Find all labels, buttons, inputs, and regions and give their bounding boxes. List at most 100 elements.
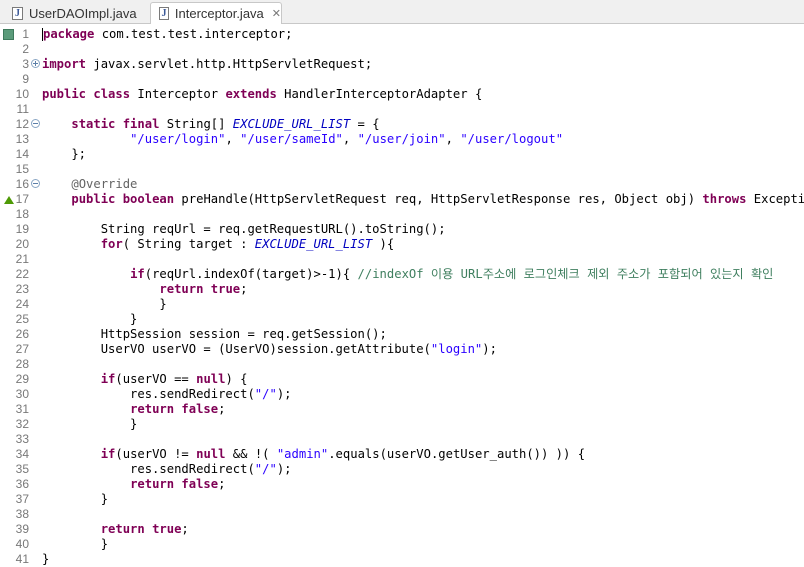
line-number: 30 xyxy=(15,387,29,401)
code-text[interactable]: "/user/login", "/user/sameId", "/user/jo… xyxy=(42,132,563,147)
code-text[interactable]: return false; xyxy=(42,402,225,417)
code-line[interactable]: 33 xyxy=(0,432,804,447)
code-text[interactable]: } xyxy=(42,312,137,327)
code-line[interactable]: 20 for( String target : EXCLUDE_URL_LIST… xyxy=(0,237,804,252)
code-line[interactable]: 17 public boolean preHandle(HttpServletR… xyxy=(0,192,804,207)
code-text[interactable]: if(userVO == null) { xyxy=(42,372,248,387)
line-number: 25 xyxy=(15,312,29,326)
line-number: 22 xyxy=(15,267,29,281)
code-text[interactable]: } xyxy=(42,492,108,507)
line-number: 27 xyxy=(15,342,29,356)
expand-fold-icon[interactable] xyxy=(31,59,40,68)
code-line[interactable]: 11 xyxy=(0,102,804,117)
code-line[interactable]: 13 "/user/login", "/user/sameId", "/user… xyxy=(0,132,804,147)
line-number: 12 xyxy=(15,117,29,131)
java-file-icon: J xyxy=(12,6,23,20)
code-line[interactable]: 24 } xyxy=(0,297,804,312)
code-line[interactable]: 25 } xyxy=(0,312,804,327)
line-number: 26 xyxy=(15,327,29,341)
code-line[interactable]: 39 return true; xyxy=(0,522,804,537)
code-text[interactable]: if(userVO != null && !( "admin".equals(u… xyxy=(42,447,585,462)
tab-interceptor[interactable]: J Interceptor.java ✕ xyxy=(150,2,282,24)
code-line[interactable]: 19 String reqUrl = req.getRequestURL().t… xyxy=(0,222,804,237)
code-line[interactable]: 26 HttpSession session = req.getSession(… xyxy=(0,327,804,342)
line-number: 37 xyxy=(15,492,29,506)
line-number: 40 xyxy=(15,537,29,551)
tab-label: UserDAOImpl.java xyxy=(29,5,137,21)
code-line[interactable]: 28 xyxy=(0,357,804,372)
code-line[interactable]: 18 xyxy=(0,207,804,222)
code-line[interactable]: 15 xyxy=(0,162,804,177)
code-line[interactable]: 35 res.sendRedirect("/"); xyxy=(0,462,804,477)
line-number: 35 xyxy=(15,462,29,476)
code-line[interactable]: 30 res.sendRedirect("/"); xyxy=(0,387,804,402)
code-text[interactable]: res.sendRedirect("/"); xyxy=(42,462,291,477)
code-line[interactable]: 32 } xyxy=(0,417,804,432)
code-text[interactable]: }; xyxy=(42,147,86,162)
code-line[interactable]: 36 return false; xyxy=(0,477,804,492)
code-text[interactable]: if(reqUrl.indexOf(target)>-1){ //indexOf… xyxy=(42,267,773,282)
code-text[interactable]: return false; xyxy=(42,477,225,492)
code-line[interactable]: 14 }; xyxy=(0,147,804,162)
line-number: 38 xyxy=(15,507,29,521)
code-line[interactable]: 40 } xyxy=(0,537,804,552)
line-number: 33 xyxy=(15,432,29,446)
close-icon[interactable]: ✕ xyxy=(272,7,281,20)
code-line[interactable]: 23 return true; xyxy=(0,282,804,297)
code-text[interactable]: @Override xyxy=(42,177,137,192)
line-number: 23 xyxy=(15,282,29,296)
code-text[interactable]: } xyxy=(42,537,108,552)
collapse-fold-icon[interactable] xyxy=(31,119,40,128)
code-text[interactable]: } xyxy=(42,552,49,567)
code-line[interactable]: 37 } xyxy=(0,492,804,507)
line-number: 24 xyxy=(15,297,29,311)
code-line[interactable]: 34 if(userVO != null && !( "admin".equal… xyxy=(0,447,804,462)
code-line[interactable]: 3 import javax.servlet.http.HttpServletRe… xyxy=(0,57,804,72)
line-number: 13 xyxy=(15,132,29,146)
override-marker-icon[interactable] xyxy=(4,196,14,204)
code-text[interactable]: HttpSession session = req.getSession(); xyxy=(42,327,387,342)
code-text[interactable]: String reqUrl = req.getRequestURL().toSt… xyxy=(42,222,446,237)
code-line[interactable]: 22 if(reqUrl.indexOf(target)>-1){ //inde… xyxy=(0,267,804,282)
code-line[interactable]: 2 xyxy=(0,42,804,57)
bookmark-marker-icon[interactable] xyxy=(3,29,14,40)
code-editor[interactable]: 1 package com.test.test.interceptor; 2 3 imp… xyxy=(0,25,804,566)
line-number: 34 xyxy=(15,447,29,461)
line-number: 16 xyxy=(15,177,29,191)
code-line[interactable]: 21 xyxy=(0,252,804,267)
code-line[interactable]: 29 if(userVO == null) { xyxy=(0,372,804,387)
tab-userdaoimpl[interactable]: J UserDAOImpl.java xyxy=(4,2,148,24)
line-number: 10 xyxy=(15,87,29,101)
code-text[interactable]: static final String[] EXCLUDE_URL_LIST =… xyxy=(42,117,379,132)
line-number: 41 xyxy=(15,552,29,566)
code-text[interactable]: package com.test.test.interceptor; xyxy=(42,27,293,42)
code-text[interactable]: for( String target : EXCLUDE_URL_LIST ){ xyxy=(42,237,395,252)
code-line[interactable]: 9 xyxy=(0,72,804,87)
code-text[interactable]: UserVO userVO = (UserVO)session.getAttri… xyxy=(42,342,497,357)
code-text[interactable]: res.sendRedirect("/"); xyxy=(42,387,291,402)
code-line[interactable]: 41} xyxy=(0,552,804,567)
collapse-fold-icon[interactable] xyxy=(31,179,40,188)
code-text[interactable]: import javax.servlet.http.HttpServletReq… xyxy=(42,57,372,72)
line-number: 29 xyxy=(15,372,29,386)
code-line[interactable]: 31 return false; xyxy=(0,402,804,417)
code-text[interactable]: } xyxy=(42,417,137,432)
line-number: 39 xyxy=(15,522,29,536)
code-line[interactable]: 27 UserVO userVO = (UserVO)session.getAt… xyxy=(0,342,804,357)
line-number: 31 xyxy=(15,402,29,416)
code-line[interactable]: 38 xyxy=(0,507,804,522)
tab-label: Interceptor.java xyxy=(174,6,264,21)
line-number: 18 xyxy=(15,207,29,221)
line-number: 2 xyxy=(22,42,29,56)
code-text[interactable]: public boolean preHandle(HttpServletRequ… xyxy=(42,192,804,207)
code-text[interactable]: public class Interceptor extends Handler… xyxy=(42,87,482,102)
line-number: 36 xyxy=(15,477,29,491)
code-line[interactable]: 1 package com.test.test.interceptor; xyxy=(0,27,804,42)
code-text[interactable]: return true; xyxy=(42,522,189,537)
code-line[interactable]: 12 static final String[] EXCLUDE_URL_LIS… xyxy=(0,117,804,132)
line-number: 3 xyxy=(22,57,29,71)
code-line[interactable]: 10 public class Interceptor extends Handl… xyxy=(0,87,804,102)
code-text[interactable]: } xyxy=(42,297,166,312)
code-text[interactable]: return true; xyxy=(42,282,247,297)
code-line[interactable]: 16 @Override xyxy=(0,177,804,192)
